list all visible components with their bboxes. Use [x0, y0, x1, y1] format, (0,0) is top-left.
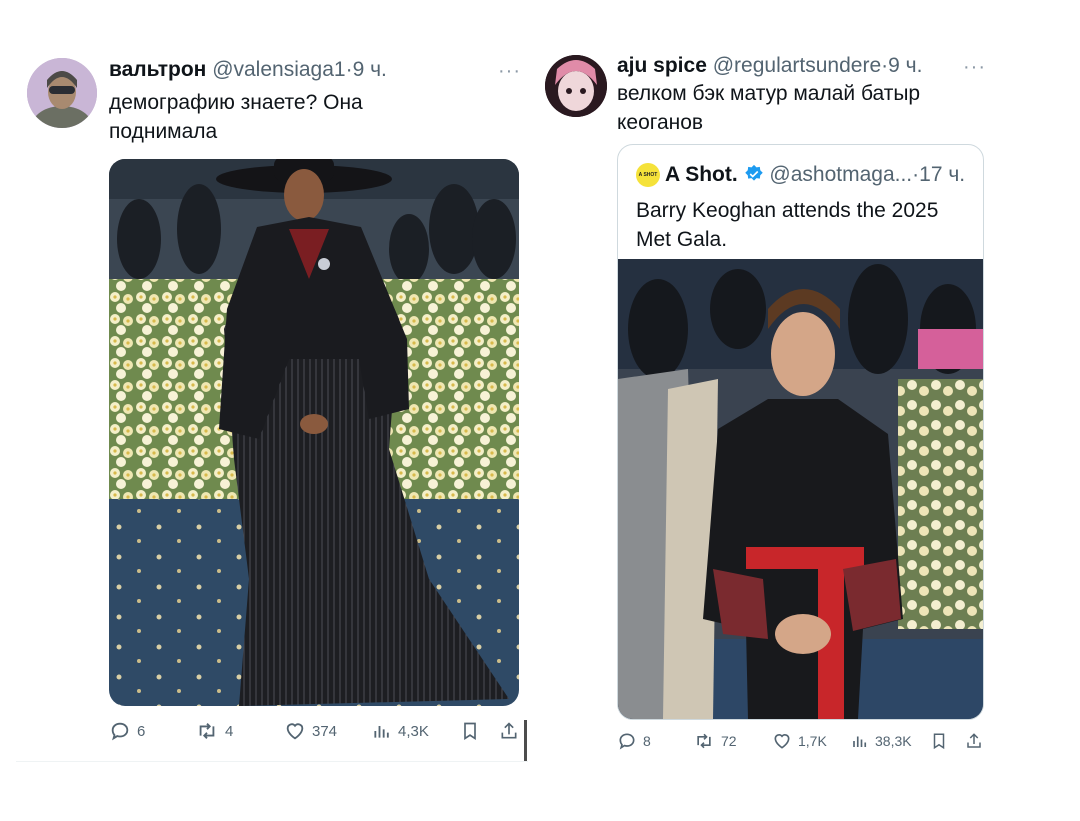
share-icon [501, 722, 517, 739]
tweet-photo[interactable] [109, 159, 519, 706]
reply-button[interactable]: 6 [109, 720, 145, 742]
author-name[interactable]: вальтрон [109, 58, 206, 81]
share-button[interactable] [499, 720, 519, 742]
like-button[interactable]: 374 [284, 720, 337, 742]
views-button[interactable]: 4,3K [372, 720, 429, 742]
tweet-header: aju spice @regulartsundere·9 ч. [617, 54, 922, 78]
retweet-button[interactable]: 4 [195, 720, 233, 742]
retweet-icon [697, 733, 711, 749]
like-count: 1,7K [798, 733, 827, 749]
reply-button[interactable]: 8 [617, 731, 651, 751]
share-icon [967, 733, 981, 748]
retweet-button[interactable]: 72 [693, 731, 737, 751]
quote-timestamp[interactable]: 17 ч. [919, 163, 965, 186]
action-bar: 6 4 374 4,3K [109, 720, 529, 744]
retweet-count: 72 [721, 733, 737, 749]
views-icon [374, 726, 389, 738]
tweet-2[interactable]: aju spice @regulartsundere·9 ч. ··· велк… [540, 0, 1080, 770]
bookmark-button[interactable] [460, 720, 480, 742]
author-handle[interactable]: @regulartsundere [713, 54, 881, 77]
avatar[interactable] [545, 55, 607, 117]
author-handle[interactable]: @valensiaga1 [212, 58, 345, 81]
views-count: 38,3K [875, 733, 912, 749]
tweet-text: демографию знаете? Она поднимала [109, 91, 363, 143]
bookmark-icon [933, 733, 945, 750]
tweet-text: велком бэк матур малай батыр кеоганов [617, 82, 921, 134]
bookmark-icon [464, 722, 476, 741]
timestamp[interactable]: 9 ч. [353, 58, 387, 81]
reply-icon [111, 722, 129, 741]
quoted-tweet[interactable]: A SHOT A Shot. @ashotmaga...·17 ч. Barry… [617, 144, 984, 720]
retweet-icon [199, 723, 215, 739]
timestamp[interactable]: 9 ч. [888, 54, 922, 77]
retweet-count: 4 [225, 722, 234, 740]
reply-icon [619, 733, 635, 750]
more-icon[interactable]: ··· [963, 56, 986, 79]
tweet-header: вальтрон @valensiaga1·9 ч. [109, 58, 387, 82]
author-name[interactable]: aju spice [617, 54, 707, 77]
action-bar: 8 72 1,7K 38,3K [617, 731, 987, 755]
quote-photo[interactable] [618, 259, 983, 719]
quote-avatar: A SHOT [636, 163, 660, 187]
tweet-1[interactable]: вальтрон @valensiaga1·9 ч. ··· демографи… [0, 0, 540, 770]
more-icon[interactable]: ··· [498, 60, 521, 83]
scrollbar[interactable] [524, 720, 527, 762]
quote-author-handle[interactable]: @ashotmaga... [769, 163, 912, 186]
bookmark-button[interactable] [930, 731, 948, 751]
views-button[interactable]: 38,3K [851, 731, 912, 751]
avatar[interactable] [27, 58, 97, 128]
quote-header: A Shot. @ashotmaga...·17 ч. [665, 163, 965, 187]
views-icon [853, 736, 867, 747]
quote-text: Barry Keoghan attends the 2025 Met Gala. [636, 199, 939, 251]
views-count: 4,3K [398, 722, 429, 740]
quote-author-name[interactable]: A Shot. [665, 163, 738, 186]
share-button[interactable] [965, 731, 983, 751]
reply-count: 8 [643, 733, 651, 749]
like-icon [286, 723, 304, 740]
separator: · [345, 58, 353, 81]
like-button[interactable]: 1,7K [772, 731, 827, 751]
reply-count: 6 [137, 722, 146, 740]
like-icon [774, 734, 790, 749]
verified-icon [744, 164, 763, 181]
like-count: 374 [312, 722, 338, 740]
tweet-divider [16, 761, 528, 762]
